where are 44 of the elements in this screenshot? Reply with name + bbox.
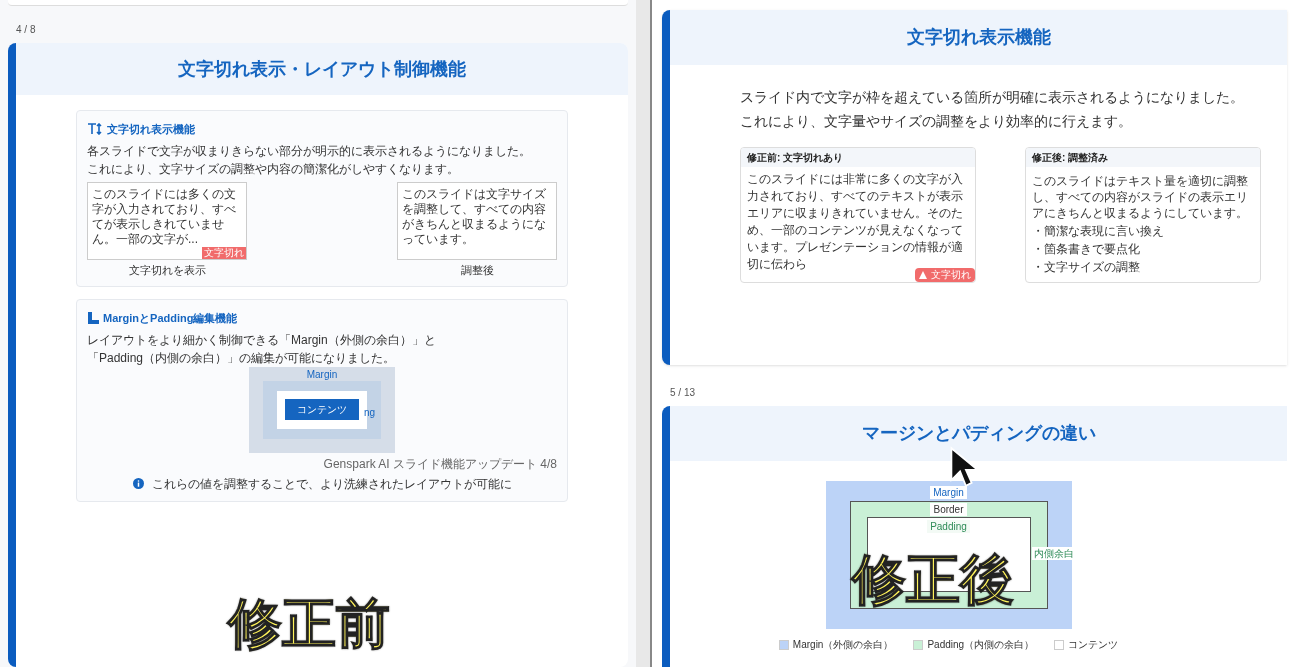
body-text: これにより、文字サイズの調整や内容の簡潔化がしやすくなります。 bbox=[87, 160, 460, 178]
padding-label: Padding bbox=[927, 520, 970, 533]
bullet-item: ・文字サイズの調整 bbox=[1032, 259, 1141, 275]
page-number: 4 / 8 bbox=[16, 23, 37, 37]
card-header: 修正後: 調整済み bbox=[1026, 148, 1260, 167]
video-caption: 修正前 bbox=[228, 596, 390, 650]
body-text: スライド内で文字が枠を超えている箇所が明確に表示されるようになりました。 bbox=[740, 88, 1245, 107]
mouse-cursor-icon bbox=[950, 446, 976, 488]
side-label: 内側余白 bbox=[1031, 547, 1076, 560]
sample-caption: 文字切れを表示 bbox=[128, 262, 206, 278]
slide-title: 文字切れ表示・レイアウト制御機能 bbox=[178, 57, 466, 81]
text-height-icon bbox=[87, 123, 103, 136]
warning-icon bbox=[919, 271, 927, 279]
legend-label: コンテンツ bbox=[1068, 638, 1119, 652]
body-text: レイアウトをより細かく制御できる「Margin（外側の余白）」と bbox=[87, 331, 437, 349]
sample-slide: このスライドは文字サイズを調整して、すべての内容がきちんと収まるようになっています。 bbox=[397, 181, 557, 260]
section-heading: 文字切れ表示機能 bbox=[107, 122, 195, 137]
border-label: Border bbox=[930, 503, 967, 516]
margin-label: Margin bbox=[306, 368, 338, 381]
body-text: これにより、文字量やサイズの調整をより効率的に行えます。 bbox=[740, 112, 1133, 131]
info-icon bbox=[132, 478, 144, 489]
legend-label: Padding（内側の余白） bbox=[927, 638, 1035, 652]
slide-title: 文字切れ表示機能 bbox=[906, 26, 1051, 49]
margin-label: Margin bbox=[930, 486, 967, 499]
slide-footer: Genspark AI スライド機能アップデート 4/8 bbox=[323, 454, 557, 473]
padding-label: ng bbox=[363, 405, 375, 420]
sample-slide: このスライドには多くの文字が入力されており、すべてが表示しきれていません。一部の文字が... 文字切れ bbox=[87, 181, 247, 260]
bullet-item: ・簡潔な表現に言い換え bbox=[1032, 223, 1165, 239]
content-label: コンテンツ bbox=[285, 399, 359, 420]
card-text: このスライドには非常に多くの文字が入力されており、すべてのテキストが表示エリアに収まりきれていません。そのため、一部のコンテンツが見えなくなっています。プレゼンテーションの情報が適切に伝わら bbox=[747, 172, 963, 271]
page-number: 5 / 13 bbox=[670, 386, 697, 400]
sample-caption: 調整後 bbox=[460, 262, 494, 278]
truncation-badge: 文字切れ bbox=[202, 246, 246, 259]
truncation-badge: 文字切れ bbox=[915, 268, 975, 282]
section-heading: MarginとPadding編集機能 bbox=[103, 311, 238, 326]
card-header: 修正前: 文字切れあり bbox=[741, 148, 975, 167]
slide-title: マージンとパディングの違い bbox=[861, 422, 1096, 445]
body-text: 「Padding（内側の余白）」の編集が可能になりました。 bbox=[87, 349, 397, 367]
bullet-item: ・箇条書きで要点化 bbox=[1032, 241, 1141, 257]
body-text: 各スライドで文字が収まりきらない部分が明示的に表示されるようになりました。 bbox=[87, 142, 532, 160]
legend-label: Margin（外側の余白） bbox=[792, 638, 894, 652]
note-text: これらの値を調整することで、より洗練されたレイアウトが可能に bbox=[151, 475, 512, 493]
card-text: このスライドはテキスト量を適切に調整し、すべての内容がスライドの表示エリアにきちんと収まるようにしています。 bbox=[1032, 174, 1248, 220]
layout-icon bbox=[87, 312, 99, 325]
